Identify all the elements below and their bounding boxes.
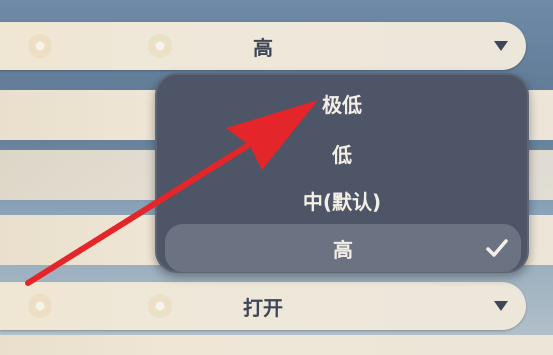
- setting-row-toggle[interactable]: 打开: [0, 276, 526, 336]
- dropdown-option-very-low[interactable]: 极低: [157, 79, 527, 127]
- dropdown-option-high[interactable]: 高: [165, 224, 521, 272]
- option-label: 中(默认): [302, 189, 382, 214]
- option-label: 高: [333, 237, 353, 262]
- setting-value: 高: [253, 35, 273, 60]
- setting-value: 打开: [243, 295, 283, 320]
- option-label: 低: [332, 142, 352, 167]
- dropdown-option-low[interactable]: 低: [157, 129, 527, 177]
- setting-row-quality[interactable]: 高: [0, 16, 526, 76]
- dropdown-option-medium-default[interactable]: 中(默认): [157, 176, 527, 224]
- option-label: 极低: [322, 92, 362, 117]
- chevron-down-icon[interactable]: [494, 301, 508, 311]
- chevron-down-icon[interactable]: [494, 41, 508, 51]
- quality-dropdown-menu: 极低 低 中(默认) 高: [155, 73, 529, 273]
- checkmark-icon: [486, 239, 508, 257]
- background-stripe: [0, 335, 553, 355]
